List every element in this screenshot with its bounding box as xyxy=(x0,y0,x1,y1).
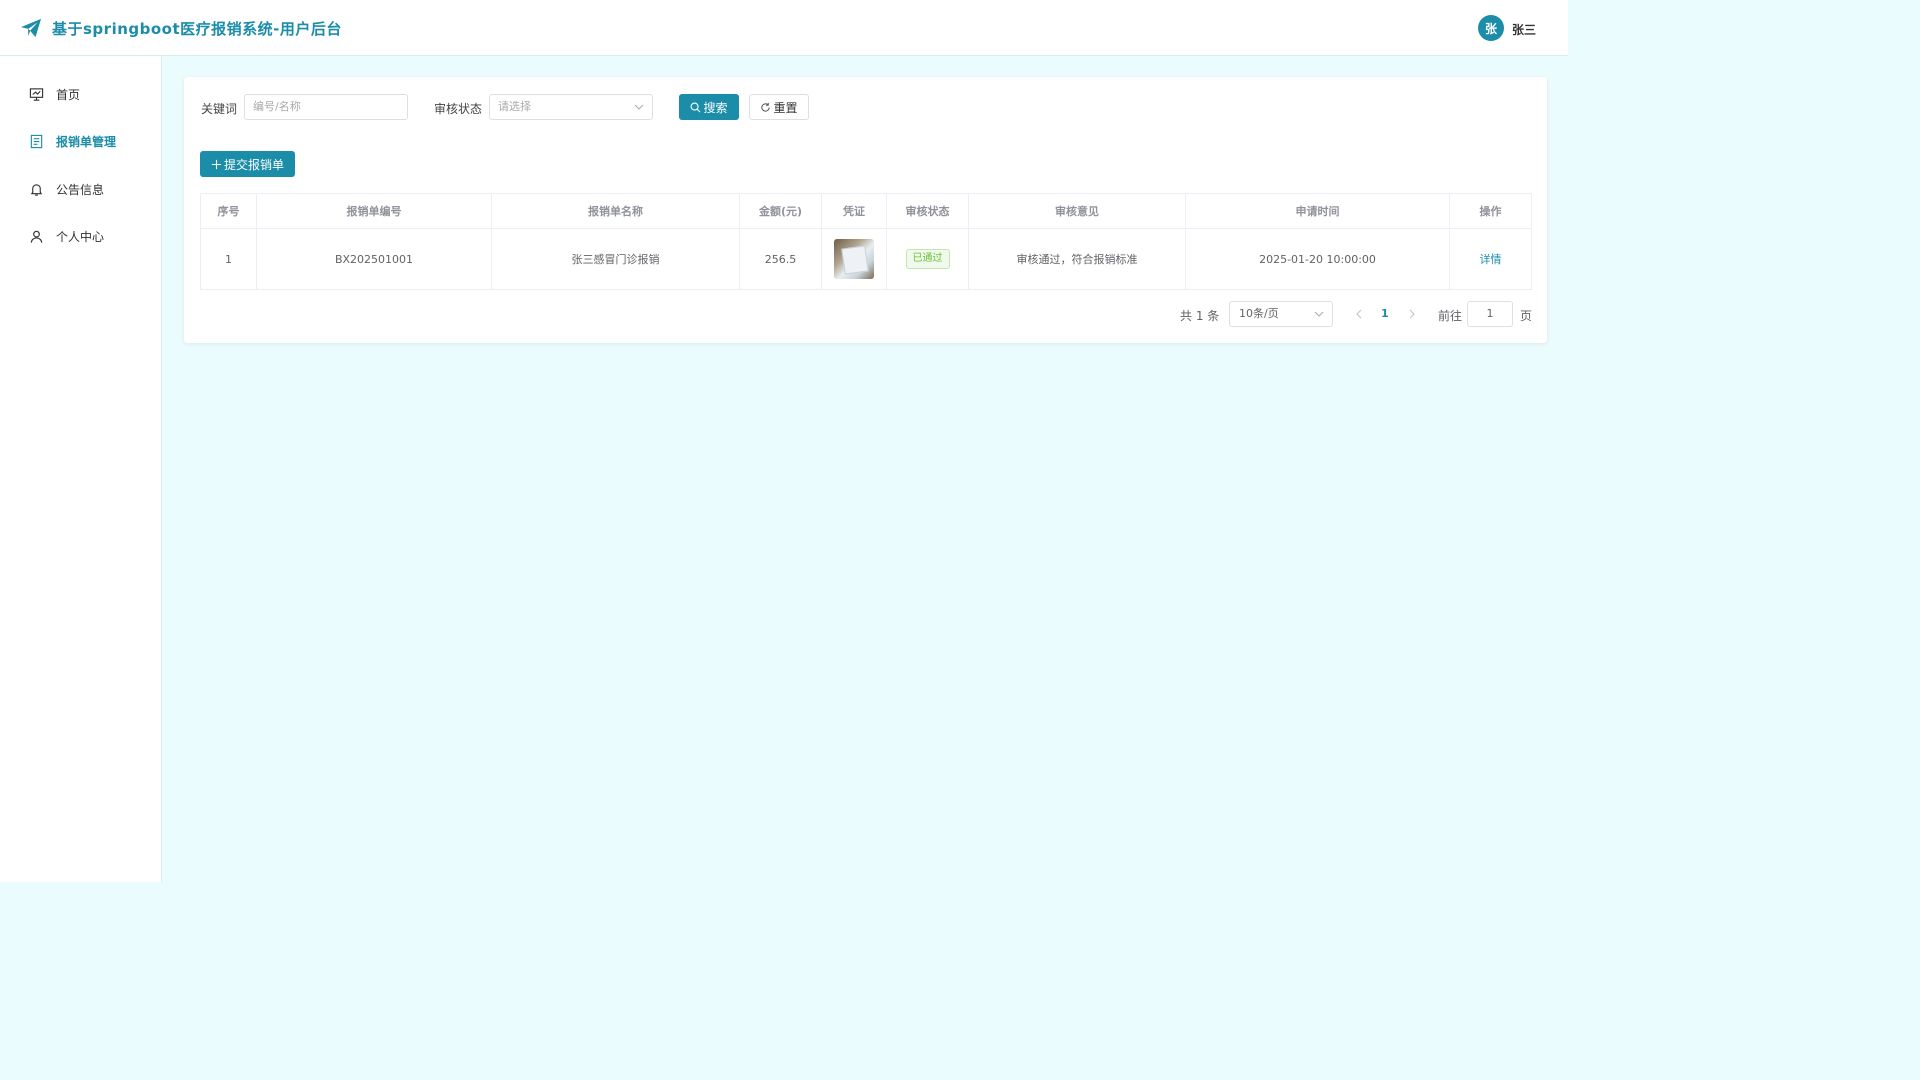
reimbursement-table: 序号 报销单编号 报销单名称 金额(元) 凭证 审核状态 审核意见 申请时间 操… xyxy=(200,193,1532,290)
details-link[interactable]: 详情 xyxy=(1480,253,1502,266)
bell-icon xyxy=(28,181,44,197)
column-header: 凭证 xyxy=(821,193,887,229)
status-select[interactable]: 请选择 xyxy=(489,94,653,120)
table-row: 1 BX202501001 张三感冒门诊报销 256.5 已通过 审核通过，符合… xyxy=(200,228,1532,290)
status-select-value: 请选择 xyxy=(498,100,531,113)
sidebar: 首页 报销单管理 公告信息 个人中心 xyxy=(0,56,162,882)
document-icon xyxy=(28,133,44,149)
column-header: 审核状态 xyxy=(886,193,969,229)
submit-reimbursement-button[interactable]: 提交报销单 xyxy=(200,151,295,177)
user-icon xyxy=(28,228,44,244)
username[interactable]: 张三 xyxy=(1512,21,1536,38)
presentation-icon xyxy=(28,86,44,102)
column-header: 申请时间 xyxy=(1185,193,1450,229)
sidebar-item-label: 报销单管理 xyxy=(56,134,117,149)
sidebar-item-profile[interactable]: 个人中心 xyxy=(0,218,161,254)
column-header: 序号 xyxy=(200,193,257,229)
row-action: 详情 xyxy=(1449,228,1532,290)
avatar[interactable]: 张 xyxy=(1478,15,1504,41)
goto-label: 前往 xyxy=(1438,309,1463,323)
row-opinion: 审核通过，符合报销标准 xyxy=(968,228,1186,290)
submit-button-label: 提交报销单 xyxy=(223,157,284,172)
row-amount: 256.5 xyxy=(739,228,822,290)
page-size-value: 10条/页 xyxy=(1239,307,1279,320)
current-page[interactable]: 1 xyxy=(1381,307,1389,320)
chevron-down-icon xyxy=(634,104,644,110)
sidebar-item-notices[interactable]: 公告信息 xyxy=(0,171,161,207)
column-header: 报销单名称 xyxy=(491,193,740,229)
column-header: 审核意见 xyxy=(968,193,1186,229)
keyword-input[interactable]: 编号/名称 xyxy=(244,94,408,120)
row-name: 张三感冒门诊报销 xyxy=(491,228,740,290)
chevron-down-icon xyxy=(1314,311,1324,317)
sidebar-item-label: 公告信息 xyxy=(56,182,105,197)
search-button[interactable]: 搜索 xyxy=(679,94,739,120)
column-header: 报销单编号 xyxy=(256,193,492,229)
sidebar-item-home[interactable]: 首页 xyxy=(0,76,161,112)
row-code: BX202501001 xyxy=(256,228,492,290)
row-time: 2025-01-20 10:00:00 xyxy=(1185,228,1450,290)
status-badge: 已通过 xyxy=(905,249,950,269)
top-header: 基于springboot医疗报销系统-用户后台 张 张三 xyxy=(0,0,1568,56)
page-suffix: 页 xyxy=(1520,309,1533,323)
column-header: 操作 xyxy=(1449,193,1532,229)
receipt-thumbnail[interactable] xyxy=(834,239,874,279)
status-label: 审核状态 xyxy=(434,102,483,116)
search-icon xyxy=(691,102,701,112)
row-index: 1 xyxy=(200,228,257,290)
reset-button-label: 重置 xyxy=(773,100,798,115)
column-header: 金额(元) xyxy=(739,193,822,229)
row-voucher xyxy=(821,228,887,290)
row-status: 已通过 xyxy=(886,228,969,290)
sidebar-item-label: 首页 xyxy=(56,87,81,102)
reset-button[interactable]: 重置 xyxy=(749,94,809,120)
total-count: 共 1 条 xyxy=(1180,309,1220,323)
search-button-label: 搜索 xyxy=(703,100,728,115)
page-size-select[interactable]: 10条/页 xyxy=(1229,301,1333,327)
table-header-row: 序号 报销单编号 报销单名称 金额(元) 凭证 审核状态 审核意见 申请时间 操… xyxy=(200,193,1532,229)
content-card: 关键词 编号/名称 审核状态 请选择 搜索 重置 提交报销单 序号 报销单编号 … xyxy=(184,77,1547,343)
plus-icon xyxy=(211,159,222,169)
goto-page-input[interactable]: 1 xyxy=(1467,301,1513,327)
app-title: 基于springboot医疗报销系统-用户后台 xyxy=(52,20,342,38)
refresh-icon xyxy=(761,102,771,112)
sidebar-item-reimbursement[interactable]: 报销单管理 xyxy=(0,123,161,159)
sidebar-item-label: 个人中心 xyxy=(56,229,105,244)
keyword-label: 关键词 xyxy=(201,102,238,116)
paper-plane-icon xyxy=(21,18,41,38)
next-page-icon[interactable] xyxy=(1407,308,1417,320)
prev-page-icon[interactable] xyxy=(1354,308,1364,320)
